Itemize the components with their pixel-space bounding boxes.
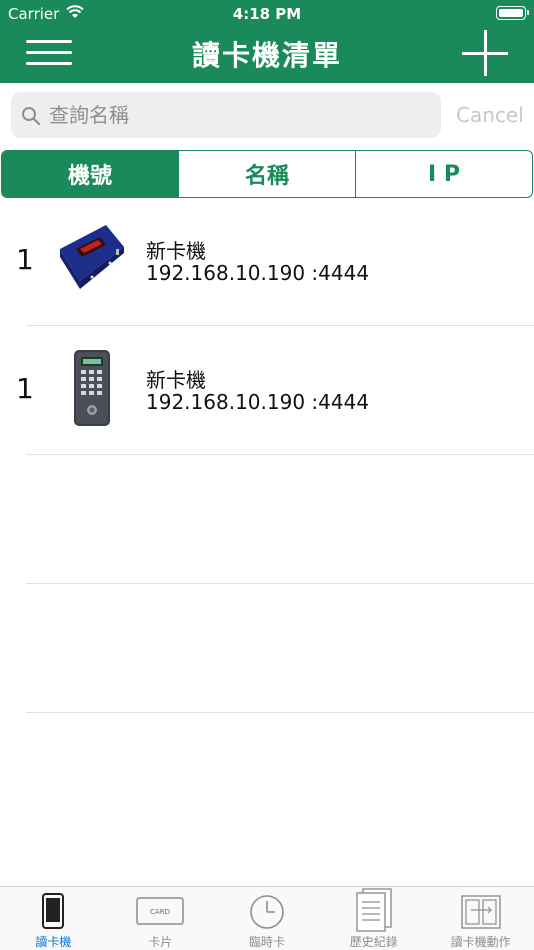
reader-name: 新卡機 bbox=[146, 239, 206, 263]
doors-icon bbox=[460, 895, 501, 929]
card-icon-text: CARD bbox=[150, 908, 170, 916]
add-reader-button[interactable] bbox=[462, 30, 508, 76]
battery-icon bbox=[496, 6, 529, 20]
phone-icon bbox=[42, 893, 65, 929]
reader-number: 1 bbox=[16, 372, 34, 405]
list-item[interactable]: 1 新卡機 192.168.10.190 :4444 bbox=[0, 197, 534, 326]
tab-bar: 讀卡機 CARD 卡片 臨時卡 歷史紀錄 讀卡機動作 bbox=[0, 886, 534, 950]
page-title: 讀卡機清單 bbox=[191, 39, 342, 72]
reader-name: 新卡機 bbox=[146, 368, 206, 392]
search-bar bbox=[11, 92, 441, 138]
status-time: 4:18 PM bbox=[232, 5, 302, 23]
reader-number: 1 bbox=[16, 243, 34, 276]
tab-label: 讀卡機 bbox=[35, 935, 72, 949]
reader-address: 192.168.10.190 :4444 bbox=[146, 390, 370, 414]
tab-readers[interactable]: 讀卡機 bbox=[0, 887, 107, 950]
search-input[interactable] bbox=[49, 92, 429, 138]
segment-ip[interactable]: I P bbox=[355, 151, 532, 197]
tab-label: 讀卡機動作 bbox=[450, 935, 511, 949]
document-icon bbox=[356, 888, 392, 932]
keypad-card-reader-image bbox=[74, 350, 110, 426]
segment-number[interactable]: 機號 bbox=[2, 151, 178, 197]
sort-segmented-control: 機號 名稱 I P bbox=[1, 150, 533, 198]
tab-label: 卡片 bbox=[148, 935, 173, 949]
row-divider bbox=[26, 712, 534, 713]
empty-row bbox=[0, 584, 534, 713]
cancel-button[interactable]: Cancel bbox=[456, 103, 524, 127]
list-item[interactable]: 1 新卡機 192.168.10.190 :4444 bbox=[0, 326, 534, 455]
status-bar: Carrier 4:18 PM bbox=[0, 0, 534, 28]
tab-label: 歷史紀錄 bbox=[349, 935, 398, 949]
tab-reader-actions[interactable]: 讀卡機動作 bbox=[427, 887, 534, 950]
search-icon bbox=[22, 107, 41, 126]
reader-address: 192.168.10.190 :4444 bbox=[146, 261, 370, 285]
card-icon: CARD bbox=[136, 897, 184, 925]
tab-history[interactable]: 歷史紀錄 bbox=[320, 887, 427, 950]
tab-temporary-cards[interactable]: 臨時卡 bbox=[214, 887, 321, 950]
navigation-header: Carrier 4:18 PM 讀卡機清單 bbox=[0, 0, 534, 83]
clock-icon bbox=[250, 895, 284, 929]
empty-row bbox=[0, 455, 534, 584]
blue-card-reader-image bbox=[60, 225, 124, 289]
tab-label: 臨時卡 bbox=[248, 935, 285, 949]
tab-cards[interactable]: CARD 卡片 bbox=[107, 887, 214, 950]
segment-name[interactable]: 名稱 bbox=[178, 151, 355, 197]
